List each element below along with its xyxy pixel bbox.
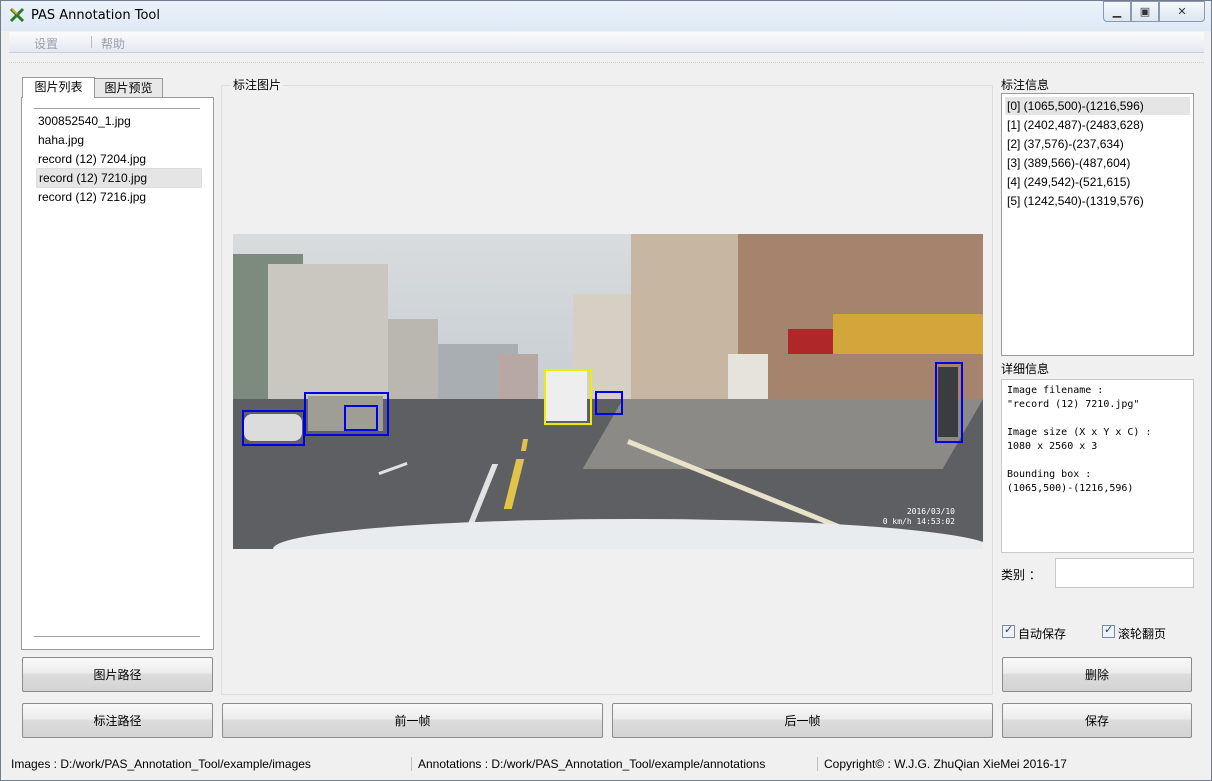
- minimize-button[interactable]: ▁: [1103, 1, 1131, 22]
- annotation-item[interactable]: [3] (389,566)-(487,604): [1005, 154, 1190, 172]
- title-bar[interactable]: PAS Annotation Tool ▁ ▣ ✕: [1, 1, 1211, 31]
- delete-button[interactable]: 删除: [1002, 657, 1192, 692]
- status-divider: [411, 757, 412, 771]
- annotation-item[interactable]: [4] (249,542)-(521,615): [1005, 173, 1190, 191]
- status-annotations-path: Annotations : D:/work/PAS_Annotation_Too…: [418, 757, 766, 771]
- detail-size-value: 1080 x 2560 x 3: [1007, 441, 1098, 452]
- bbox-4[interactable]: [304, 392, 389, 436]
- timestamp-date: 2016/03/10: [906, 507, 955, 516]
- file-item[interactable]: haha.jpg: [36, 131, 200, 149]
- status-images-path: Images : D:/work/PAS_Annotation_Tool/exa…: [11, 757, 311, 771]
- bbox-0[interactable]: [544, 369, 592, 425]
- save-button[interactable]: 保存: [1002, 703, 1192, 738]
- wheel-page-label: 滚轮翻页: [1118, 627, 1167, 641]
- category-input[interactable]: [1055, 558, 1194, 588]
- detail-bbox-value: (1065,500)-(1216,596): [1007, 483, 1134, 494]
- detail-filename-value: "record (12) 7210.jpg": [1007, 399, 1140, 410]
- close-button[interactable]: ✕: [1159, 1, 1205, 22]
- detail-info-label: 详细信息: [1001, 362, 1050, 376]
- annotation-list[interactable]: [0] (1065,500)-(1216,596) [1] (2402,487)…: [1001, 93, 1194, 356]
- file-item[interactable]: record (12) 7216.jpg: [36, 188, 200, 206]
- next-frame-button[interactable]: 后一帧: [612, 703, 993, 738]
- photo-shop-sign: [788, 329, 833, 354]
- menu-bar: 设置 帮助: [9, 32, 1204, 53]
- status-copyright: Copyright© : W.J.G. ZhuQian XieMei 2016-…: [824, 757, 1067, 771]
- detail-bbox-title: Bounding box :: [1007, 469, 1092, 480]
- annotation-path-button[interactable]: 标注路径: [22, 703, 213, 738]
- photo-sidewalk: [582, 399, 983, 469]
- window-title: PAS Annotation Tool: [31, 8, 160, 23]
- bbox-2[interactable]: [242, 410, 305, 446]
- image-list-panel: 300852540_1.jpg haha.jpg record (12) 720…: [21, 97, 214, 650]
- detail-info-panel: Image filename : "record (12) 7210.jpg" …: [1001, 379, 1194, 553]
- photo-timestamp: 2016/03/10 0 km/h 14:53:02: [883, 507, 955, 527]
- auto-save-label: 自动保存: [1018, 627, 1067, 641]
- close-icon: ✕: [1177, 5, 1187, 18]
- menu-help[interactable]: 帮助: [101, 35, 125, 52]
- file-item-selected[interactable]: record (12) 7210.jpg: [36, 168, 202, 188]
- tab-image-preview[interactable]: 图片预览: [94, 78, 163, 97]
- detail-size-title: Image size (X x Y x C) :: [1007, 427, 1152, 438]
- auto-save-checkbox[interactable]: [1002, 623, 1015, 638]
- timestamp-speed-time: 0 km/h 14:53:02: [882, 517, 955, 526]
- annotation-item[interactable]: [5] (1242,540)-(1319,576): [1005, 192, 1190, 210]
- detail-filename-title: Image filename :: [1007, 385, 1104, 396]
- prev-frame-button[interactable]: 前一帧: [222, 703, 603, 738]
- status-divider: [817, 757, 818, 771]
- category-label: 类别 ：: [1001, 568, 1041, 582]
- annotation-item[interactable]: [2] (37,576)-(237,634): [1005, 135, 1190, 153]
- menu-settings[interactable]: 设置: [34, 35, 58, 52]
- annotation-item[interactable]: [1] (2402,487)-(2483,628): [1005, 116, 1190, 134]
- minimize-icon: ▁: [1112, 5, 1122, 18]
- wheel-page-checkbox[interactable]: [1102, 623, 1115, 638]
- tab-image-list[interactable]: 图片列表: [22, 77, 95, 98]
- toolbar-divider: [9, 62, 1204, 63]
- maximize-icon: ▣: [1139, 5, 1151, 18]
- annotation-item-selected[interactable]: [0] (1065,500)-(1216,596): [1005, 97, 1190, 115]
- photo-building: [498, 354, 538, 399]
- image-path-button[interactable]: 图片路径: [22, 657, 213, 692]
- annotation-image-label: 标注图片: [231, 76, 284, 93]
- status-bar: Images : D:/work/PAS_Annotation_Tool/exa…: [1, 754, 1211, 780]
- image-file-list[interactable]: 300852540_1.jpg haha.jpg record (12) 720…: [34, 108, 202, 637]
- maximize-button[interactable]: ▣: [1131, 1, 1159, 22]
- photo-billboard: [728, 354, 768, 399]
- annotation-info-label: 标注信息: [1001, 78, 1050, 92]
- annotation-image[interactable]: 2016/03/10 0 km/h 14:53:02: [233, 234, 983, 549]
- bbox-1[interactable]: [935, 362, 963, 443]
- main-window: PAS Annotation Tool ▁ ▣ ✕ 设置 帮助 图片列表 图片预…: [0, 0, 1212, 781]
- photo-shop-sign: [833, 314, 983, 354]
- photo-building: [388, 319, 438, 409]
- bbox-5[interactable]: [595, 391, 623, 415]
- menu-separator: [91, 36, 92, 48]
- file-item[interactable]: 300852540_1.jpg: [36, 112, 200, 130]
- app-logo-icon: [9, 7, 25, 23]
- file-item[interactable]: record (12) 7204.jpg: [36, 150, 200, 168]
